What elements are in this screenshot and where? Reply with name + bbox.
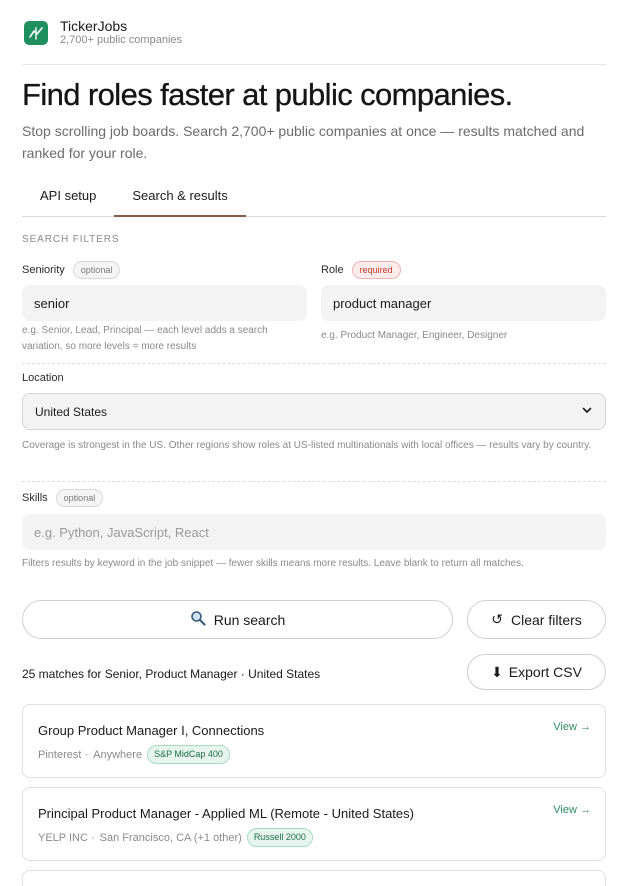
result-card[interactable]: Group Product Manager I, Connections Pin… <box>22 704 606 778</box>
reset-icon: ↺ <box>491 611 503 627</box>
role-label-row: Role required <box>321 261 401 279</box>
job-location: San Francisco, CA (+1 other) <box>99 831 242 844</box>
skills-label-row: Skills optional <box>22 489 104 507</box>
skills-hint: Filters results by keyword in the job sn… <box>22 558 524 569</box>
company-name: Pinterest · <box>38 748 89 761</box>
tab-api-setup[interactable]: API setup <box>22 176 114 216</box>
required-tag: required <box>351 261 401 279</box>
skills-input[interactable] <box>22 514 606 550</box>
skills-label: Skills <box>22 492 48 504</box>
brand: TickerJobs 2,700+ public companies <box>24 18 182 47</box>
location-label-row: Location <box>22 372 64 384</box>
result-card[interactable]: Principal Product Manager - Applied ML (… <box>22 787 606 861</box>
seniority-label: Seniority <box>22 264 65 276</box>
seniority-hint: e.g. Senior, Lead, Principal — each leve… <box>22 325 268 352</box>
location-hint: Coverage is strongest in the US. Other r… <box>22 440 592 451</box>
job-meta: Pinterest · Anywhere S&P MidCap 400 <box>38 745 230 764</box>
results-summary: 25 matches for Senior, Product Manager ·… <box>22 667 321 681</box>
index-badge: S&P MidCap 400 <box>147 745 230 764</box>
header-divider <box>22 64 606 65</box>
run-search-button[interactable]: Run search <box>22 600 453 639</box>
brand-subtitle: 2,700+ public companies <box>60 34 182 46</box>
optional-tag: optional <box>55 489 104 507</box>
location-select[interactable]: United States <box>22 393 606 430</box>
divider <box>22 363 606 364</box>
role-hint: e.g. Product Manager, Engineer, Designer <box>321 330 508 341</box>
view-link[interactable]: View → <box>553 804 591 816</box>
download-icon: ⬇ <box>491 663 503 680</box>
seniority-input[interactable] <box>22 285 307 321</box>
clear-filters-button[interactable]: ↺ Clear filters <box>467 600 606 639</box>
tab-bar: API setup Search & results <box>22 176 606 217</box>
clear-filters-label: Clear filters <box>510 611 582 628</box>
run-search-label: Run search <box>213 611 286 628</box>
brand-name: TickerJobs <box>60 18 128 34</box>
magnifier-icon <box>190 610 206 629</box>
index-badge: Russell 2000 <box>246 828 313 847</box>
optional-tag: optional <box>72 261 121 279</box>
role-label: Role <box>321 264 344 276</box>
page-title: Find roles faster at public companies. <box>22 77 514 112</box>
location-label: Location <box>22 372 64 384</box>
seniority-label-row: Seniority optional <box>22 261 121 279</box>
job-meta: YELP INC · San Francisco, CA (+1 other) … <box>38 828 313 847</box>
export-csv-button[interactable]: ⬇ Export CSV <box>467 654 606 690</box>
export-csv-label: Export CSV <box>508 664 582 680</box>
page-subtitle: Stop scrolling job boards. Search 2,700+… <box>22 123 585 161</box>
tab-search-results[interactable]: Search & results <box>114 176 247 217</box>
result-card[interactable] <box>22 870 606 886</box>
chart-line-icon <box>24 20 48 45</box>
chevron-down-icon <box>581 404 593 419</box>
company-name: YELP INC · <box>38 831 95 844</box>
divider <box>22 481 606 482</box>
job-location: Anywhere <box>93 748 143 761</box>
job-title: Group Product Manager I, Connections <box>38 723 265 738</box>
role-input[interactable] <box>321 285 606 321</box>
job-title: Principal Product Manager - Applied ML (… <box>38 806 414 821</box>
section-label-filters: SEARCH FILTERS <box>22 234 120 245</box>
brand-text: TickerJobs 2,700+ public companies <box>60 18 182 47</box>
location-selected-value: United States <box>35 404 108 419</box>
view-link[interactable]: View → <box>553 721 591 733</box>
